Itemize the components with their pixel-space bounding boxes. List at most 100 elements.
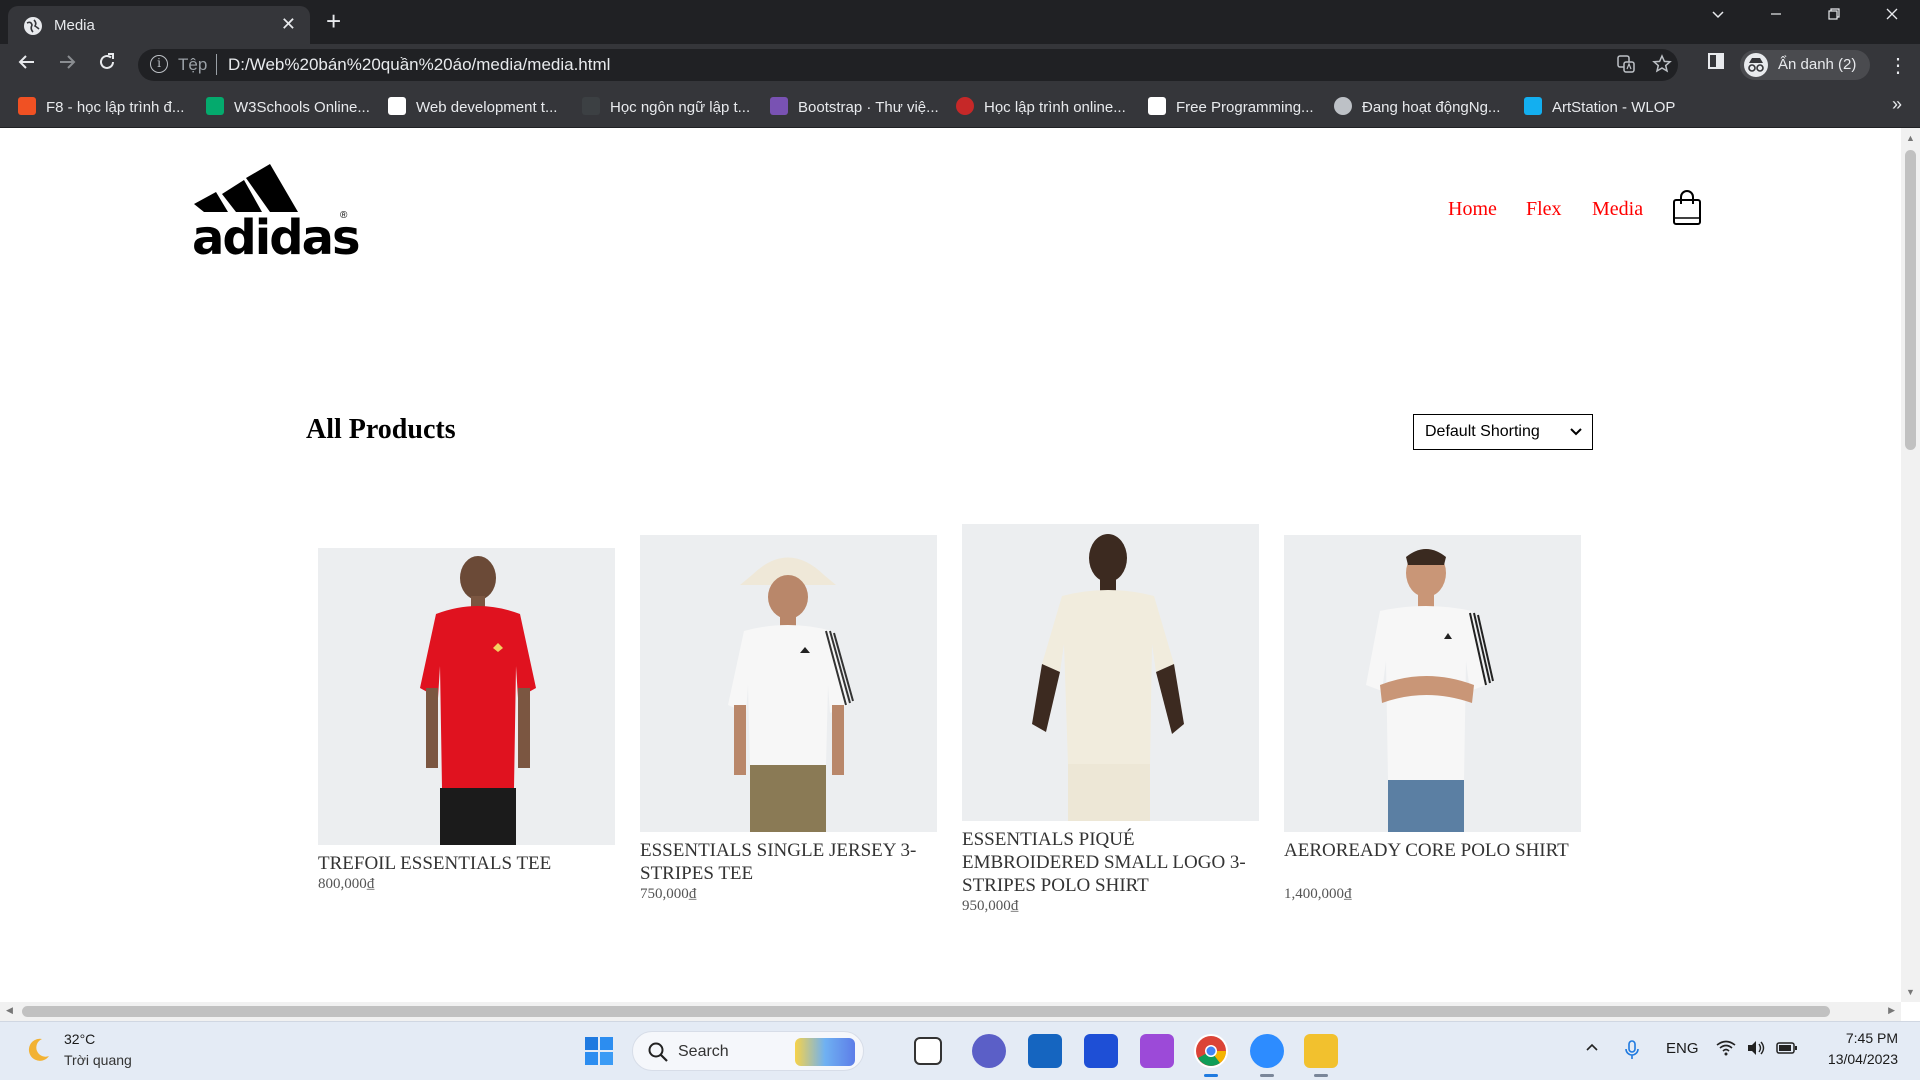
tab-search-chevron-icon[interactable] xyxy=(1710,6,1726,27)
logo-registered-mark: ® xyxy=(340,210,348,221)
nav-link-media[interactable]: Media xyxy=(1592,198,1643,221)
product-card[interactable]: ESSENTIALS SINGLE JERSEY 3-STRIPES TEE 7… xyxy=(640,535,937,902)
clipchamp-icon[interactable] xyxy=(1140,1034,1174,1068)
product-card[interactable]: TREFOIL ESSENTIALS TEE 800,000₫ xyxy=(318,548,615,892)
chrome-icon[interactable] xyxy=(1194,1034,1228,1068)
artstation-icon xyxy=(1524,97,1542,115)
bookmarks-overflow-icon[interactable]: » xyxy=(1892,94,1902,115)
product-price: 1,400,000₫ xyxy=(1284,886,1352,902)
side-panel-icon[interactable] xyxy=(1706,51,1726,77)
bookmark-item[interactable]: Đang hoạt độngNg... xyxy=(1334,97,1500,117)
incognito-profile-button[interactable]: Ẩn danh (2) xyxy=(1740,50,1870,80)
taskbar-search-box[interactable]: Search xyxy=(632,1031,864,1071)
volume-icon[interactable] xyxy=(1746,1040,1766,1060)
reload-icon[interactable] xyxy=(96,51,118,79)
address-bar[interactable]: i Tệp D:/Web%20bán%20quần%20áo/media/med… xyxy=(138,49,1678,81)
bookmark-item[interactable]: Free Programming... xyxy=(1148,97,1314,117)
chrome-running-indicator xyxy=(1204,1074,1218,1077)
nav-link-flex[interactable]: Flex xyxy=(1526,198,1562,221)
product-name[interactable]: ESSENTIALS PIQUÉ EMBROIDERED SMALL LOGO … xyxy=(962,828,1262,897)
translate-icon[interactable] xyxy=(1616,54,1636,79)
bookmark-item[interactable]: ArtStation - WLOP xyxy=(1524,97,1675,117)
windows-taskbar: 32°C Trời quang Search ENG 7:45 PM 13/04… xyxy=(0,1021,1920,1080)
bookmark-item[interactable]: W3Schools Online... xyxy=(206,97,370,117)
minimize-icon[interactable] xyxy=(1768,6,1784,27)
site-info-icon[interactable]: i xyxy=(150,55,168,73)
scroll-right-icon[interactable]: ▶ xyxy=(1888,1005,1895,1016)
search-icon xyxy=(647,1041,669,1068)
product-card[interactable]: ESSENTIALS PIQUÉ EMBROIDERED SMALL LOGO … xyxy=(962,524,1259,914)
microphone-icon[interactable] xyxy=(1624,1040,1640,1064)
address-separator xyxy=(216,54,217,75)
product-price: 800,000₫ xyxy=(318,876,375,892)
new-tab-button[interactable]: + xyxy=(326,6,341,36)
more-menu-icon[interactable]: ⋮ xyxy=(1888,53,1908,78)
bookmark-star-icon[interactable] xyxy=(1652,54,1672,79)
bookmark-item[interactable]: F8 - học lập trình đ... xyxy=(18,97,184,117)
clock-date[interactable]: 13/04/2023 xyxy=(1828,1051,1898,1067)
scroll-left-icon[interactable]: ◀ xyxy=(6,1005,13,1016)
clock-time[interactable]: 7:45 PM xyxy=(1846,1030,1898,1046)
f8-icon xyxy=(18,97,36,115)
bookmark-item[interactable]: Học ngôn ngữ lập t... xyxy=(582,97,750,117)
profile-label: Ẩn danh (2) xyxy=(1778,56,1857,73)
bookmark-item[interactable]: Web development t... xyxy=(388,97,557,117)
mail-icon[interactable] xyxy=(1028,1034,1062,1068)
close-window-icon[interactable] xyxy=(1884,6,1900,27)
back-icon[interactable] xyxy=(16,51,38,79)
scroll-up-icon[interactable]: ▲ xyxy=(1906,133,1915,143)
show-hidden-icons-chevron-icon[interactable] xyxy=(1584,1040,1600,1060)
restore-icon[interactable] xyxy=(1826,6,1842,27)
zoom-running-indicator xyxy=(1260,1074,1274,1077)
weather-description[interactable]: Trời quang xyxy=(64,1052,132,1068)
w3schools-icon xyxy=(206,97,224,115)
product-name[interactable]: ESSENTIALS SINGLE JERSEY 3-STRIPES TEE xyxy=(640,839,940,885)
task-view-icon[interactable] xyxy=(914,1037,942,1065)
product-name[interactable]: TREFOIL ESSENTIALS TEE xyxy=(318,852,618,875)
product-image[interactable] xyxy=(640,535,937,832)
page-viewport: adidas ® Home Flex Media All Products De… xyxy=(0,128,1901,1002)
url-text[interactable]: D:/Web%20bán%20quần%20áo/media/media.htm… xyxy=(228,55,610,75)
section-title: All Products xyxy=(306,414,456,445)
todo-app-icon[interactable] xyxy=(1084,1034,1118,1068)
globe-icon xyxy=(1334,97,1352,115)
tab-close-icon[interactable]: ✕ xyxy=(281,14,296,34)
windows-start-icon[interactable] xyxy=(584,1036,614,1066)
bookmarks-bar: F8 - học lập trình đ... W3Schools Online… xyxy=(0,86,1920,128)
browser-toolbar: i Tệp D:/Web%20bán%20quần%20áo/media/med… xyxy=(0,44,1920,86)
forward-icon[interactable] xyxy=(56,51,78,79)
sort-selected-value: Default Shorting xyxy=(1425,423,1540,440)
scroll-down-icon[interactable]: ▼ xyxy=(1906,987,1915,997)
nav-link-home[interactable]: Home xyxy=(1448,198,1497,221)
product-image[interactable] xyxy=(1284,535,1581,832)
product-price: 750,000₫ xyxy=(640,886,697,902)
horizontal-scroll-thumb[interactable] xyxy=(22,1006,1830,1017)
bookmark-item[interactable]: Học lập trình online... xyxy=(956,97,1126,117)
product-image[interactable] xyxy=(962,524,1259,821)
browser-tab-media[interactable]: Media ✕ xyxy=(8,6,310,44)
product-card[interactable]: AEROREADY CORE POLO SHIRT 1,400,000₫ xyxy=(1284,535,1581,902)
adidas-logo[interactable]: adidas ® xyxy=(192,152,361,266)
product-name[interactable]: AEROREADY CORE POLO SHIRT xyxy=(1284,839,1584,862)
explorer-running-indicator xyxy=(1314,1074,1328,1077)
shopping-bag-icon[interactable] xyxy=(1672,190,1702,226)
teams-chat-icon[interactable] xyxy=(972,1034,1006,1068)
search-highlight-icon xyxy=(795,1038,855,1066)
zoom-icon[interactable] xyxy=(1250,1034,1284,1068)
moon-weather-icon[interactable] xyxy=(24,1036,52,1064)
weather-temperature[interactable]: 32°C xyxy=(64,1031,95,1047)
wifi-icon[interactable] xyxy=(1716,1040,1736,1060)
logo-wordmark: adidas xyxy=(192,210,361,266)
product-image[interactable] xyxy=(318,548,615,845)
search-placeholder: Search xyxy=(678,1043,729,1060)
horizontal-scrollbar[interactable]: ◀ ▶ xyxy=(0,1002,1901,1021)
file-explorer-icon[interactable] xyxy=(1304,1034,1338,1068)
bookmark-item[interactable]: Bootstrap · Thư việ... xyxy=(770,97,939,117)
battery-icon[interactable] xyxy=(1776,1040,1798,1060)
bootstrap-icon xyxy=(770,97,788,115)
vertical-scrollbar[interactable]: ▲ ▼ xyxy=(1901,128,1920,1002)
language-indicator[interactable]: ENG xyxy=(1666,1040,1699,1057)
w3c-icon xyxy=(388,97,406,115)
vertical-scroll-thumb[interactable] xyxy=(1905,150,1916,450)
sort-select[interactable]: Default Shorting xyxy=(1413,414,1593,450)
